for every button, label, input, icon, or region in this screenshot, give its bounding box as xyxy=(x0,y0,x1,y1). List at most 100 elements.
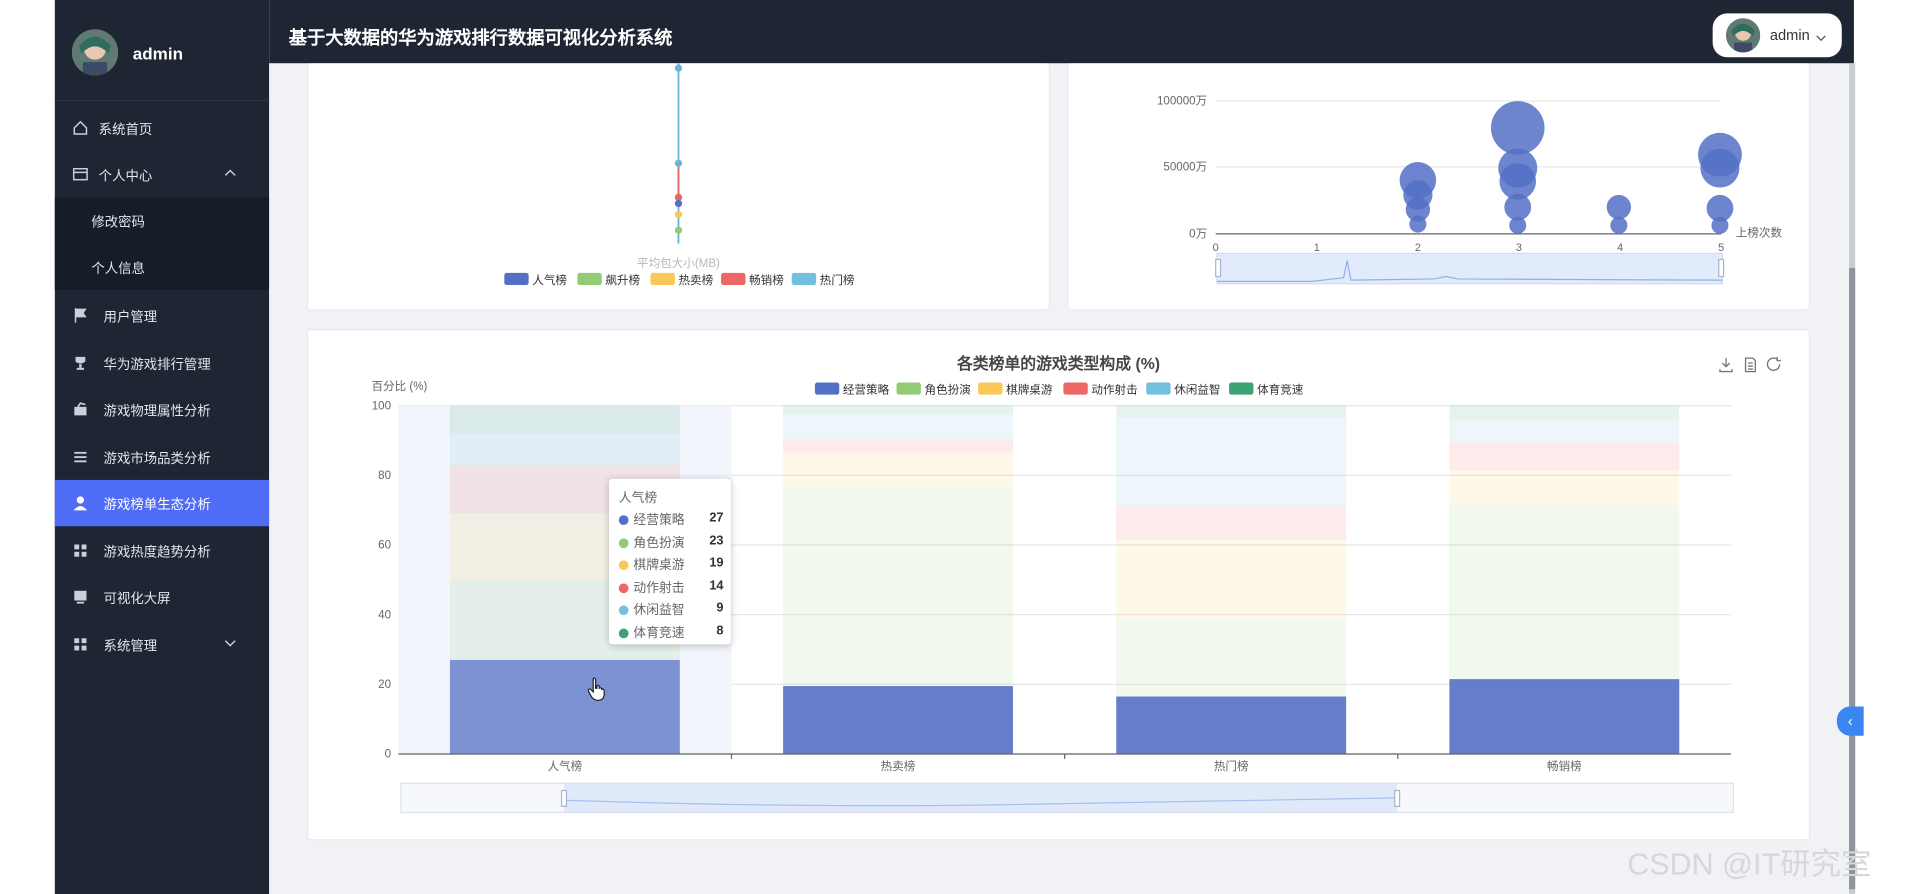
bar-segment[interactable] xyxy=(1116,405,1347,418)
y-tick-label: 40 xyxy=(378,609,391,621)
x-tick-label: 3 xyxy=(1516,242,1522,254)
box-icon xyxy=(72,401,89,418)
bar-segment[interactable] xyxy=(1449,504,1680,680)
grid-icon xyxy=(72,542,89,559)
tooltip-value: 9 xyxy=(716,600,724,616)
sidebar-profile: admin xyxy=(54,0,270,102)
sidebar-item-market-category[interactable]: 游戏市场品类分析 xyxy=(55,434,269,480)
sidebar-item-trend-analysis[interactable]: 游戏热度趋势分析 xyxy=(55,527,269,573)
user-name: admin xyxy=(1769,26,1810,44)
legend-swatch[interactable] xyxy=(1229,382,1254,395)
tooltip-row: 经营策略 27 xyxy=(618,510,724,529)
tooltip-row: 体育竞速 8 xyxy=(618,623,724,642)
bar-segment[interactable] xyxy=(1449,679,1680,755)
legend-swatch[interactable] xyxy=(721,272,746,286)
bar-segment[interactable] xyxy=(1116,619,1347,697)
bar-segment[interactable] xyxy=(783,414,1013,439)
sidebar-item-physical-attributes[interactable]: 游戏物理属性分析 xyxy=(55,386,269,432)
zoom-slider-handle-right[interactable] xyxy=(1718,258,1725,278)
bar-segment[interactable] xyxy=(783,487,1013,687)
legend-swatch[interactable] xyxy=(791,272,817,286)
sidebar-item-ranking-management[interactable]: 华为游戏排行管理 xyxy=(55,340,269,386)
sidebar-item-home[interactable]: 系统首页 xyxy=(55,105,269,151)
legend-label: 热卖榜 xyxy=(678,273,713,287)
bubble xyxy=(1700,148,1740,188)
zoom-slider-handle-left[interactable] xyxy=(560,789,568,807)
bar-segment[interactable] xyxy=(1449,470,1680,505)
bar-segment[interactable] xyxy=(783,452,1013,488)
sidebar-item-system-management[interactable]: 系统管理 xyxy=(55,621,269,667)
bar-segment[interactable] xyxy=(449,659,680,755)
y-tick-label: 50000万 xyxy=(1163,162,1207,174)
collapse-panel-button[interactable]: ‹ xyxy=(1836,706,1864,736)
bar-segment[interactable] xyxy=(1116,696,1347,755)
bar-segment[interactable] xyxy=(783,686,1013,755)
bar-segment[interactable] xyxy=(1116,504,1347,540)
data-point xyxy=(674,64,683,72)
sidebar-item-label: 游戏物理属性分析 xyxy=(103,404,211,420)
bar-segment[interactable] xyxy=(783,438,1013,453)
y-tick-label: 100000万 xyxy=(1157,96,1207,108)
data-zoom[interactable] xyxy=(400,782,1734,814)
bar-segment[interactable] xyxy=(1449,442,1680,471)
sidebar-item-label: 用户管理 xyxy=(103,310,158,326)
zoom-slider-handle-left[interactable] xyxy=(1215,258,1222,278)
data-point xyxy=(674,226,683,234)
legend-label: 角色扮演 xyxy=(925,382,971,396)
x-tick-label: 热门榜 xyxy=(1214,759,1249,773)
bar-segment[interactable] xyxy=(449,405,680,434)
toolbox xyxy=(1719,356,1781,373)
sidebar-item-ranking-ecosystem[interactable]: 游戏榜单生态分析 xyxy=(54,479,270,527)
tooltip-row: 休闲益智 9 xyxy=(618,600,724,620)
zoom-slider-selection[interactable] xyxy=(563,783,1398,813)
legend-swatch[interactable] xyxy=(896,382,921,395)
avatar[interactable] xyxy=(71,29,119,76)
bar-segment[interactable] xyxy=(449,433,680,465)
x-tick-label: 热卖榜 xyxy=(881,759,916,773)
bar-segment[interactable] xyxy=(783,405,1013,415)
legend-swatch[interactable] xyxy=(504,272,529,286)
bar-segment[interactable] xyxy=(1449,419,1680,443)
data-point xyxy=(674,159,683,167)
legend: 经营策略 角色扮演 棋牌桌游 动作射击 休闲益智 体育竞速 xyxy=(814,382,1304,396)
bar-segment[interactable] xyxy=(1116,539,1347,620)
legend-swatch[interactable] xyxy=(1146,382,1171,395)
chevron-down-icon xyxy=(223,636,238,651)
zoom-slider-handle-right[interactable] xyxy=(1394,789,1401,807)
refresh-icon[interactable] xyxy=(1766,356,1781,371)
hand-cursor-icon xyxy=(587,677,605,702)
legend-swatch[interactable] xyxy=(978,382,1003,395)
data-point xyxy=(674,199,683,208)
sidebar-item-label: 可视化大屏 xyxy=(103,591,171,607)
tooltip-label: 棋牌桌游 xyxy=(633,557,685,573)
y-tick-label: 20 xyxy=(378,679,391,691)
legend-swatch[interactable] xyxy=(650,272,675,286)
bubble xyxy=(1606,194,1632,220)
download-icon[interactable] xyxy=(1719,358,1733,373)
sidebar-item-label: 游戏热度趋势分析 xyxy=(103,545,211,561)
chevron-left-icon: ‹ xyxy=(1847,712,1853,730)
sidebar-item-label: 个人中心 xyxy=(98,169,153,184)
sidebar-item-personal-info[interactable]: 个人信息 xyxy=(54,243,270,290)
tooltip-row: 角色扮演 23 xyxy=(618,533,724,552)
scrollbar-thumb[interactable] xyxy=(1849,267,1856,890)
bubble xyxy=(1504,193,1532,221)
legend-swatch[interactable] xyxy=(814,382,840,395)
sidebar-item-personal-center[interactable]: 个人中心 xyxy=(55,151,269,197)
document-icon[interactable] xyxy=(1744,357,1756,373)
tooltip-label: 角色扮演 xyxy=(633,535,685,550)
legend-swatch[interactable] xyxy=(1063,382,1088,395)
bar-segment[interactable] xyxy=(1449,405,1680,420)
legend-label: 热门榜 xyxy=(820,273,855,287)
chart-title: 各类榜单的游戏类型构成 (%) xyxy=(956,354,1160,373)
series-dot xyxy=(618,515,629,526)
sidebar-item-change-password[interactable]: 修改密码 xyxy=(54,197,270,244)
bar-segment[interactable] xyxy=(1116,417,1347,505)
sidebar-item-big-screen[interactable]: 可视化大屏 xyxy=(55,574,269,620)
tooltip-label: 动作射击 xyxy=(633,580,685,596)
user-menu-button[interactable]: admin xyxy=(1712,13,1842,58)
legend-swatch[interactable] xyxy=(577,272,602,286)
watermark: CSDN @IT研究室 xyxy=(1627,847,1872,882)
sidebar-item-user-management[interactable]: 用户管理 xyxy=(55,292,269,338)
right-margin xyxy=(1853,0,1910,894)
